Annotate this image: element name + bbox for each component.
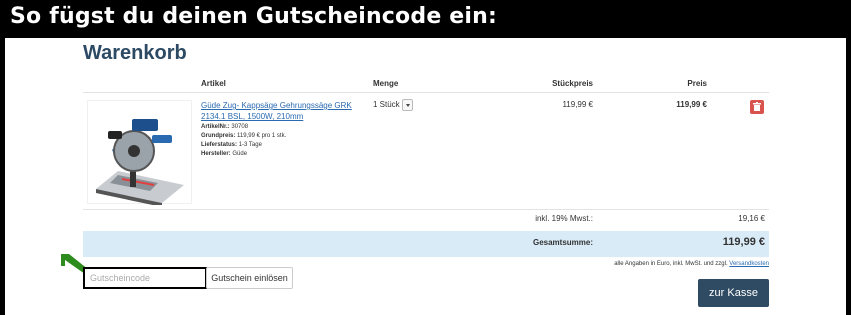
item-price: 119,99 € bbox=[676, 100, 707, 109]
column-header-article: Artikel bbox=[201, 79, 226, 88]
meta-manufacturer: Hersteller: Güde bbox=[201, 151, 248, 157]
row-divider bbox=[83, 209, 769, 210]
total-label: Gesamtsumme: bbox=[532, 238, 593, 247]
quantity-dropdown[interactable] bbox=[402, 99, 413, 111]
column-header-price: Preis bbox=[687, 79, 707, 88]
meta-delivery-status: Lieferstatus: 1-3 Tage bbox=[201, 142, 262, 148]
column-header-quantity: Menge bbox=[373, 79, 399, 88]
cart-panel: Warenkorb Artikel Menge Stückpreis Preis… bbox=[5, 38, 846, 315]
banner-title: So fügst du deinen Gutscheincode ein: bbox=[10, 4, 498, 29]
unit-price: 119,99 € bbox=[562, 100, 593, 109]
tax-label: inkl. 19% Mwst.: bbox=[535, 214, 593, 223]
miter-saw-image bbox=[96, 119, 184, 205]
quantity-value: 1 Stück bbox=[373, 100, 400, 109]
product-image[interactable] bbox=[87, 100, 192, 205]
instruction-banner: So fügst du deinen Gutscheincode ein: bbox=[0, 0, 851, 38]
meta-base-price: Grundpreis: 119,99 € pro 1 stk. bbox=[201, 133, 287, 139]
shipping-costs-link[interactable]: Versandkosten bbox=[729, 261, 769, 267]
checkout-button[interactable]: zur Kasse bbox=[698, 279, 769, 307]
column-header-unit-price: Stückpreis bbox=[552, 79, 593, 88]
redeem-coupon-button[interactable]: Gutschein einlösen bbox=[206, 267, 293, 289]
coupon-input[interactable] bbox=[83, 267, 207, 289]
product-link[interactable]: Güde Zug- Kappsäge Gehrungssäge GRK 2134… bbox=[201, 100, 361, 122]
delete-item-button[interactable] bbox=[750, 100, 764, 114]
trash-icon bbox=[753, 102, 761, 111]
page-title: Warenkorb bbox=[83, 42, 187, 64]
meta-article-number: ArtikelNr.: 30708 bbox=[201, 124, 249, 130]
total-value: 119,99 € bbox=[722, 236, 765, 248]
tax-value: 19,16 € bbox=[738, 214, 765, 223]
header-divider bbox=[83, 92, 769, 93]
price-note: alle Angaben in Euro, inkl. MwSt. und zz… bbox=[614, 261, 769, 267]
